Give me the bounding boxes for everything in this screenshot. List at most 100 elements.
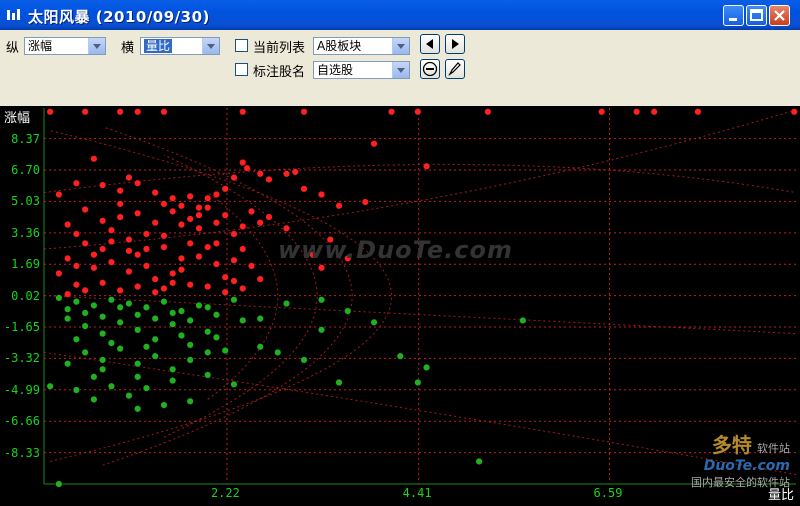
data-point bbox=[151, 335, 159, 343]
previous-button[interactable] bbox=[420, 34, 440, 54]
data-point bbox=[247, 262, 255, 270]
play-left-icon bbox=[426, 39, 433, 49]
close-button[interactable] bbox=[769, 5, 790, 26]
data-point bbox=[142, 343, 150, 351]
horizontal-axis-select[interactable]: 量比 bbox=[140, 37, 220, 55]
pen-icon bbox=[448, 62, 461, 76]
data-point bbox=[186, 356, 194, 364]
data-point bbox=[212, 333, 220, 341]
data-point bbox=[107, 226, 115, 234]
data-point bbox=[186, 215, 194, 223]
watermark-brand-sub: 软件站 bbox=[757, 442, 790, 455]
data-point bbox=[90, 301, 98, 309]
app-icon bbox=[7, 9, 20, 20]
data-point bbox=[64, 360, 72, 368]
data-point bbox=[195, 211, 203, 219]
data-point bbox=[177, 307, 185, 315]
minimize-button[interactable] bbox=[723, 5, 744, 26]
current-list-label: 当前列表 bbox=[253, 41, 306, 56]
data-point bbox=[186, 239, 194, 247]
current-list-value: A股板块 bbox=[317, 39, 362, 53]
data-point bbox=[160, 108, 168, 116]
data-point bbox=[134, 311, 142, 319]
data-point bbox=[151, 275, 159, 283]
data-point bbox=[90, 264, 98, 272]
current-list-select[interactable]: A股板块 bbox=[313, 37, 410, 55]
data-point bbox=[64, 254, 72, 262]
mark-name-checkbox[interactable] bbox=[235, 63, 248, 76]
data-point bbox=[160, 243, 168, 251]
title-bar[interactable]: 太阳风暴 (2010/09/30) bbox=[0, 0, 800, 30]
data-point bbox=[221, 211, 229, 219]
chevron-down-icon bbox=[392, 62, 409, 78]
chevron-down-icon bbox=[202, 38, 219, 54]
data-point bbox=[790, 108, 798, 116]
data-point bbox=[72, 262, 80, 270]
y-axis-title: 涨幅 bbox=[4, 111, 31, 126]
data-point bbox=[55, 294, 63, 302]
zoom-out-button[interactable] bbox=[420, 59, 440, 79]
data-point bbox=[177, 202, 185, 210]
data-point bbox=[230, 256, 238, 264]
data-point bbox=[116, 200, 124, 208]
current-list-checkbox[interactable] bbox=[235, 39, 248, 52]
data-point bbox=[204, 204, 212, 212]
data-point bbox=[107, 296, 115, 304]
data-point bbox=[177, 254, 185, 262]
data-point bbox=[230, 277, 238, 285]
data-point bbox=[99, 217, 107, 225]
data-point bbox=[125, 236, 133, 244]
y-tick-label: -8.33 bbox=[3, 445, 40, 460]
data-point bbox=[212, 190, 220, 198]
data-point bbox=[256, 275, 264, 283]
data-point bbox=[99, 365, 107, 373]
minus-circle-icon bbox=[422, 61, 438, 77]
vertical-axis-select[interactable]: 涨幅 bbox=[24, 37, 106, 55]
data-point bbox=[423, 363, 431, 371]
x-tick-label: 2.22 bbox=[210, 486, 240, 500]
data-point bbox=[282, 300, 290, 308]
data-point bbox=[221, 347, 229, 355]
data-point bbox=[256, 170, 264, 178]
data-point bbox=[64, 305, 72, 313]
next-button[interactable] bbox=[445, 34, 465, 54]
data-point bbox=[142, 303, 150, 311]
data-point bbox=[99, 279, 107, 287]
data-point bbox=[370, 140, 378, 148]
data-point bbox=[125, 247, 133, 255]
data-point bbox=[81, 206, 89, 214]
maximize-button[interactable] bbox=[746, 5, 767, 26]
mark-name-select[interactable]: 自选股 bbox=[313, 61, 410, 79]
data-point bbox=[519, 316, 527, 324]
data-point bbox=[125, 268, 133, 276]
data-point bbox=[204, 371, 212, 379]
data-point bbox=[247, 207, 255, 215]
data-point bbox=[125, 174, 133, 182]
data-point bbox=[318, 326, 326, 334]
data-point bbox=[116, 286, 124, 294]
y-tick-label: -4.99 bbox=[3, 382, 40, 397]
data-point bbox=[204, 243, 212, 251]
chart-area[interactable]: 涨幅 量比 8.37 6.70 5.03 3.36 1.69 0.02 -1.65 -3.32… bbox=[0, 106, 800, 506]
data-point bbox=[142, 245, 150, 253]
data-point bbox=[142, 384, 150, 392]
data-point bbox=[186, 341, 194, 349]
data-point bbox=[116, 303, 124, 311]
data-point bbox=[265, 175, 273, 183]
y-tick-label: -6.66 bbox=[3, 414, 40, 429]
data-point bbox=[318, 296, 326, 304]
data-point bbox=[318, 190, 326, 198]
data-point bbox=[116, 108, 124, 116]
data-point bbox=[160, 298, 168, 306]
data-point bbox=[116, 345, 124, 353]
data-point bbox=[64, 221, 72, 229]
data-point bbox=[134, 251, 142, 259]
draw-button[interactable] bbox=[445, 59, 465, 79]
data-point bbox=[90, 395, 98, 403]
data-point bbox=[370, 318, 378, 326]
data-point bbox=[265, 213, 273, 221]
storm-curve bbox=[43, 109, 797, 250]
data-point bbox=[414, 378, 422, 386]
data-point bbox=[46, 108, 54, 116]
data-point bbox=[195, 301, 203, 309]
